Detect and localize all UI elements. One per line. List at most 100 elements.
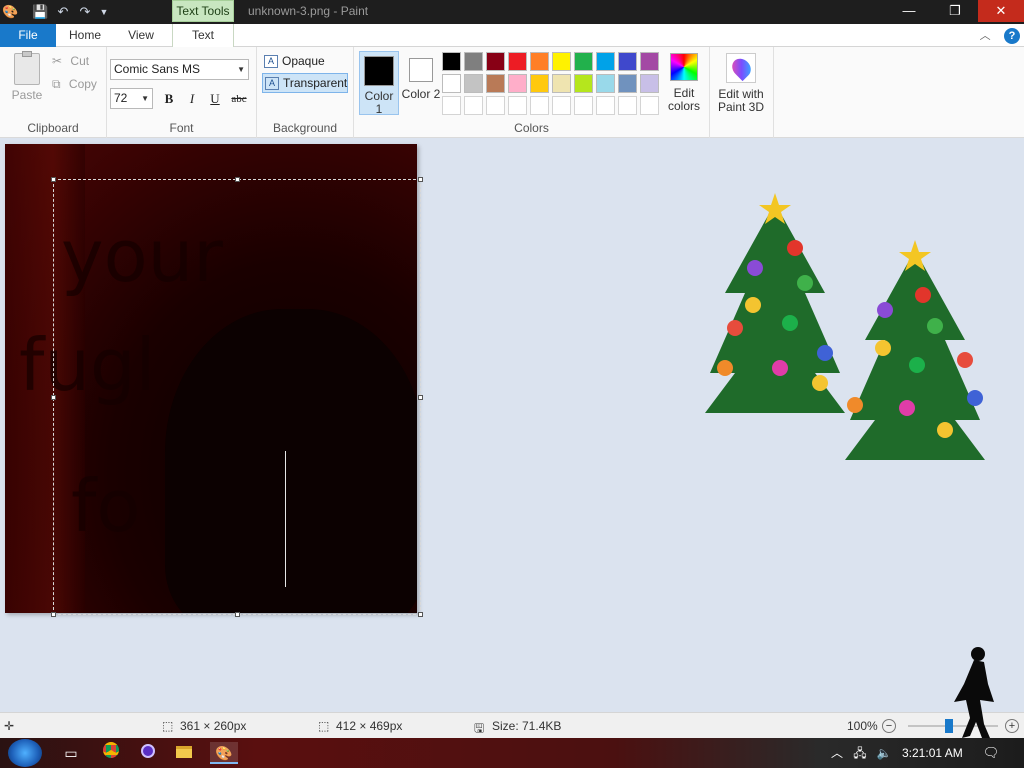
palette-color-swatch[interactable] [552, 52, 571, 71]
palette-color-swatch[interactable] [574, 74, 593, 93]
cursor-position-icon: ✛ [4, 719, 15, 733]
strikethrough-button[interactable]: abc [227, 90, 251, 108]
resize-handle[interactable] [51, 612, 56, 617]
help-icon[interactable]: ? [1004, 28, 1020, 44]
resize-handle[interactable] [51, 395, 56, 400]
bold-button[interactable]: B [159, 90, 179, 108]
palette-color-swatch[interactable] [640, 52, 659, 71]
palette-color-swatch[interactable] [596, 74, 615, 93]
font-family-select[interactable]: Comic Sans MS ▼ [110, 59, 249, 80]
save-icon[interactable]: 💾 [32, 4, 48, 20]
text-selection-box[interactable] [53, 179, 421, 615]
edit-with-paint3d-button[interactable]: Edit with Paint 3D [714, 53, 768, 114]
resize-handle[interactable] [51, 177, 56, 182]
opaque-option[interactable]: A Opaque [262, 52, 348, 72]
palette-color-swatch[interactable] [508, 74, 527, 93]
chrome-icon[interactable] [100, 742, 122, 764]
resize-handle[interactable] [418, 395, 423, 400]
font-family-value: Comic Sans MS [114, 62, 201, 76]
cut-button[interactable]: ✂ Cut [52, 54, 89, 72]
paint3d-icon [726, 53, 756, 83]
palette-color-swatch[interactable] [442, 52, 461, 71]
palette-color-swatch[interactable] [596, 96, 615, 115]
restore-button[interactable]: ❐ [932, 0, 978, 22]
palette-color-swatch[interactable] [618, 96, 637, 115]
redo-icon[interactable]: ↷ [77, 4, 93, 20]
opaque-label: Opaque [282, 54, 325, 68]
canvas-workspace[interactable]: your fugl fo [0, 138, 1024, 712]
show-hidden-icons-icon[interactable]: ︿ [826, 742, 848, 764]
resize-handle[interactable] [235, 177, 240, 182]
file-explorer-icon[interactable] [173, 742, 195, 764]
media-player-icon[interactable] [137, 742, 159, 764]
minimize-button[interactable]: — [886, 0, 932, 22]
selection-size: 361 × 260px [180, 719, 247, 733]
text-tools-context-label: Text Tools [172, 0, 234, 22]
transparent-option[interactable]: A Transparent [262, 73, 348, 93]
zoom-out-button[interactable]: − [882, 719, 896, 733]
paste-label: Paste [11, 88, 43, 102]
chevron-down-icon: ▼ [141, 94, 149, 103]
palette-color-swatch[interactable] [530, 96, 549, 115]
selection-size-icon: ⬚ [162, 719, 174, 733]
tab-view[interactable]: View [118, 24, 164, 47]
palette-color-swatch[interactable] [618, 74, 637, 93]
palette-color-swatch[interactable] [574, 96, 593, 115]
font-size-value: 72 [114, 91, 128, 105]
status-bar: ✛ ⬚ 361 × 260px ⬚ 412 × 469px 🖫 Size: 71… [0, 712, 1024, 738]
palette-color-swatch[interactable] [464, 52, 483, 71]
background-group-label: Background [272, 121, 338, 135]
start-button[interactable] [8, 739, 42, 767]
palette-color-swatch[interactable] [442, 96, 461, 115]
close-icon: ✕ [995, 3, 1007, 18]
palette-color-swatch[interactable] [486, 96, 505, 115]
color2-selector[interactable]: Color 2 [401, 51, 441, 115]
copy-button[interactable]: ⧉ Copy [52, 77, 97, 95]
palette-color-swatch[interactable] [464, 96, 483, 115]
palette-color-swatch[interactable] [508, 96, 527, 115]
resize-handle[interactable] [418, 177, 423, 182]
palette-color-swatch[interactable] [596, 52, 615, 71]
network-icon[interactable]: 🖧 [849, 742, 871, 764]
underline-button[interactable]: U [205, 90, 225, 108]
task-view-icon[interactable]: ▭ [60, 742, 82, 764]
palette-color-swatch[interactable] [552, 96, 571, 115]
palette-color-swatch[interactable] [486, 52, 505, 71]
palette-color-swatch[interactable] [530, 74, 549, 93]
palette-color-swatch[interactable] [442, 74, 461, 93]
action-center-icon[interactable]: 🗨 [980, 742, 1002, 764]
image-size: 412 × 469px [336, 719, 403, 733]
font-size-select[interactable]: 72 ▼ [110, 88, 153, 109]
italic-button[interactable]: I [182, 90, 202, 108]
palette-color-swatch[interactable] [574, 52, 593, 71]
undo-icon[interactable]: ↶ [55, 4, 71, 20]
restore-icon: ❐ [949, 3, 961, 18]
color1-selector[interactable]: Color 1 [359, 51, 399, 116]
resize-handle[interactable] [418, 612, 423, 617]
palette-color-swatch[interactable] [464, 74, 483, 93]
palette-color-swatch[interactable] [552, 74, 571, 93]
tab-home[interactable]: Home [62, 24, 108, 47]
christmas-tree-icon [845, 240, 985, 460]
paint-app-icon[interactable]: 🎨 [2, 4, 18, 20]
palette-color-swatch[interactable] [640, 96, 659, 115]
tab-file[interactable]: File [0, 24, 56, 47]
zoom-in-button[interactable]: + [1005, 719, 1019, 733]
collapse-ribbon-icon[interactable]: ︿ [980, 27, 991, 43]
palette-color-swatch[interactable] [530, 52, 549, 71]
dancer-silhouette-icon [954, 647, 994, 738]
resize-handle[interactable] [235, 612, 240, 617]
edit-colors-button[interactable]: Edit colors [664, 53, 704, 113]
close-button[interactable]: ✕ [978, 0, 1024, 22]
palette-color-swatch[interactable] [640, 74, 659, 93]
palette-color-swatch[interactable] [486, 74, 505, 93]
rainbow-icon [670, 53, 698, 81]
taskbar-clock[interactable]: 3:21:01 AM [902, 746, 963, 760]
paint-taskbar-icon[interactable]: 🎨 [210, 742, 238, 764]
tab-text[interactable]: Text [172, 24, 234, 48]
palette-color-swatch[interactable] [508, 52, 527, 71]
palette-color-swatch[interactable] [618, 52, 637, 71]
volume-icon[interactable]: 🔈 [873, 742, 895, 764]
paste-button[interactable]: Paste [6, 51, 48, 113]
customize-toolbar-icon[interactable]: ▼ [96, 4, 112, 20]
